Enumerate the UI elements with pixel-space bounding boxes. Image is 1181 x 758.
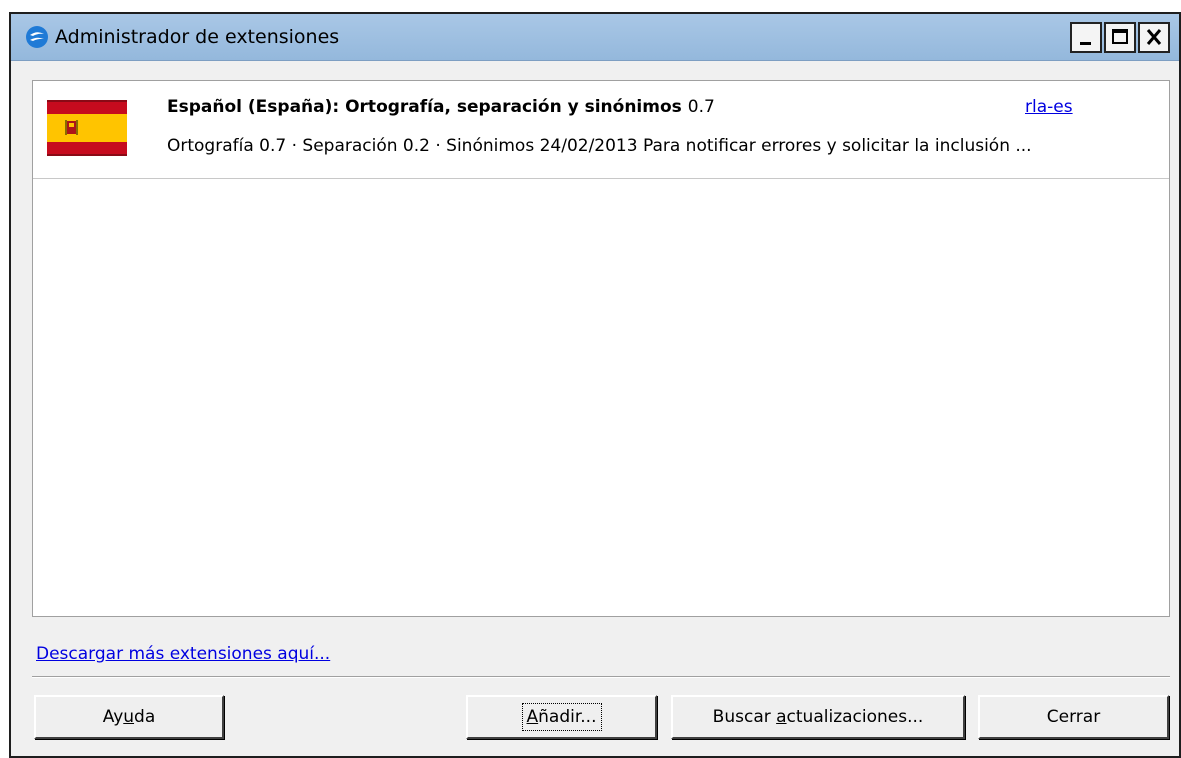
extension-name: Español (España): Ortografía, separación… (167, 97, 682, 117)
app-logo-icon (26, 26, 48, 48)
maximize-icon (1112, 29, 1128, 44)
close-icon (1146, 29, 1162, 45)
add-button[interactable]: Añadir... (466, 695, 657, 739)
maximize-button[interactable] (1104, 22, 1136, 53)
extension-description: Ortografía 0.7 · Separación 0.2 · Sinóni… (167, 136, 1032, 156)
extension-version: 0.7 (687, 97, 715, 117)
check-updates-button[interactable]: Buscar actualizaciones... (671, 695, 965, 739)
close-dialog-button[interactable]: Cerrar (978, 695, 1169, 739)
extension-list[interactable]: Español (España): Ortografía, separación… (32, 80, 1170, 617)
extension-title: Español (España): Ortografía, separación… (167, 97, 715, 117)
check-updates-button-label: Buscar actualizaciones... (712, 707, 924, 727)
extension-item[interactable]: Español (España): Ortografía, separación… (33, 81, 1169, 179)
divider (32, 676, 1170, 678)
download-more-link[interactable]: Descargar más extensiones aquí... (36, 644, 330, 664)
help-button[interactable]: Ayuda (34, 695, 224, 739)
add-button-label: Añadir... (521, 703, 602, 731)
close-button-label: Cerrar (1046, 707, 1101, 727)
title-bar[interactable]: Administrador de extensiones (11, 14, 1179, 61)
minimize-icon (1080, 42, 1091, 45)
extension-manager-window: Administrador de extensiones Español (Es… (9, 12, 1181, 758)
minimize-button[interactable] (1070, 22, 1102, 53)
help-button-label: Ayuda (102, 707, 156, 727)
publisher-link[interactable]: rla-es (1025, 97, 1073, 117)
window-title: Administrador de extensiones (55, 26, 340, 48)
spain-flag-icon (47, 100, 127, 156)
close-button[interactable] (1138, 22, 1170, 53)
